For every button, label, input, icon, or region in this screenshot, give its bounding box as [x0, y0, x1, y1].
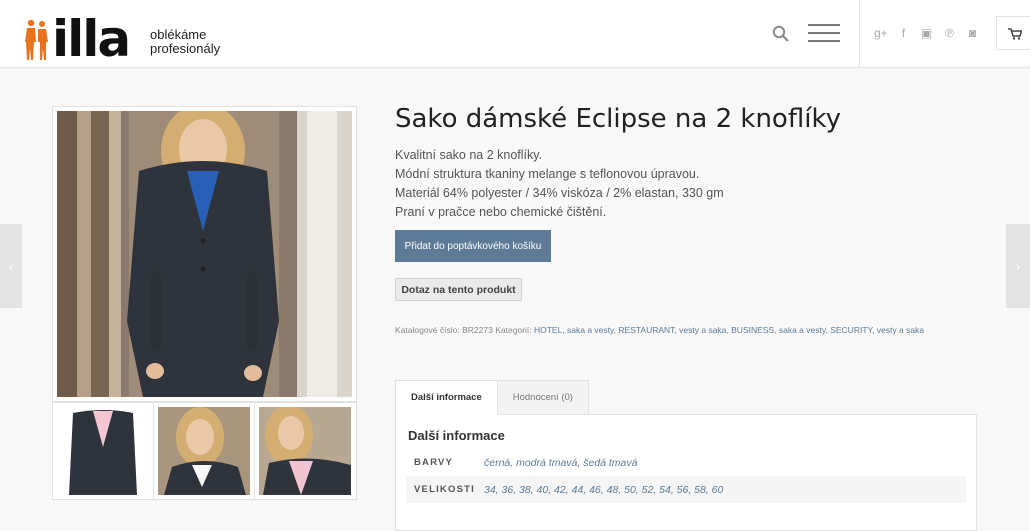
facebook-icon[interactable]: f [897, 25, 910, 41]
thumbnail-photo-1 [57, 407, 149, 495]
youtube-icon[interactable]: ▣ [920, 25, 933, 41]
catalog-number: BR2273 [462, 325, 493, 335]
logo-tagline: oblékáme profesionály [150, 28, 220, 56]
product-tabs: Další informace Hodnocení (0) [395, 380, 589, 415]
search-icon[interactable] [772, 25, 790, 43]
attribute-label: VELIKOSTI [414, 484, 475, 495]
tab-reviews[interactable]: Hodnocení (0) [497, 380, 589, 415]
cart-icon [1008, 28, 1022, 40]
product-main-image[interactable] [52, 103, 357, 402]
thumbnail-1[interactable] [53, 403, 154, 499]
site-header: illa oblékáme profesionály g+ f ▣ ℗ ◙ [0, 0, 1030, 68]
attribute-row: BARVY černá, modrá tmavá, šedá tmavá [406, 449, 966, 476]
attribute-value: 34, 36, 38, 40, 42, 44, 46, 48, 50, 52, … [484, 483, 724, 496]
category-link[interactable]: SECURITY, vesty a saka [830, 325, 924, 335]
instagram-icon[interactable]: ◙ [966, 25, 979, 41]
attribute-label: BARVY [414, 457, 454, 468]
attribute-row: VELIKOSTI 34, 36, 38, 40, 42, 44, 46, 48… [406, 476, 966, 503]
thumbnail-2[interactable] [154, 403, 255, 499]
previous-product-arrow-icon[interactable]: ‹ [0, 224, 22, 308]
cart-button[interactable] [996, 16, 1030, 50]
logo-figures-icon [25, 19, 48, 60]
category-link[interactable]: HOTEL, saka a vesty [534, 325, 614, 335]
description-line: Kvalitní sako na 2 knoflíky. [395, 148, 543, 162]
product-title: Sako dámské Eclipse na 2 knoflíky [395, 104, 841, 134]
logo-word: illa [52, 10, 131, 68]
categories-label: Kategorií: [495, 325, 532, 335]
hamburger-menu-icon[interactable] [808, 24, 840, 44]
panel-title: Další informace [408, 428, 505, 443]
pinterest-icon[interactable]: ℗ [943, 25, 956, 41]
product-description: Kvalitní sako na 2 knoflíky. Módní struk… [395, 146, 724, 222]
product-meta: Katalogové číslo: BR2273 Kategorií: HOTE… [395, 325, 925, 335]
thumbnail-photo-2 [158, 407, 250, 495]
thumbnail-photo-3 [259, 405, 351, 495]
description-line: Módní struktura tkaniny melange s teflon… [395, 167, 700, 181]
add-to-inquiry-cart-button[interactable]: Přidat do poptávkového košíku [395, 230, 551, 262]
social-links: g+ f ▣ ℗ ◙ [874, 25, 979, 41]
tagline-line-2: profesionály [150, 41, 221, 56]
catalog-label: Katalogové číslo: [395, 325, 460, 335]
logo[interactable]: illa [24, 10, 131, 68]
description-line: Materiál 64% polyester / 34% viskóza / 2… [395, 186, 724, 200]
google-plus-icon[interactable]: g+ [874, 25, 888, 41]
header-divider [859, 0, 860, 68]
tagline-line-1: oblékáme [150, 27, 207, 42]
product-photo [57, 103, 352, 397]
category-link[interactable]: RESTAURANT, vesty a saka [618, 325, 726, 335]
ask-about-product-button[interactable]: Dotaz na tento produkt [395, 278, 522, 301]
category-link[interactable]: BUSINESS, saka a vesty [731, 325, 825, 335]
next-product-arrow-icon[interactable]: › [1006, 224, 1030, 308]
thumbnail-3[interactable] [255, 403, 356, 499]
tab-additional-info[interactable]: Další informace [395, 380, 498, 415]
attribute-value: černá, modrá tmavá, šedá tmavá [484, 456, 638, 469]
tab-panel-additional-info: Další informace BARVY černá, modrá tmavá… [395, 414, 977, 531]
description-line: Praní v pračce nebo chemické čištění. [395, 205, 607, 219]
thumbnail-strip [52, 402, 357, 500]
